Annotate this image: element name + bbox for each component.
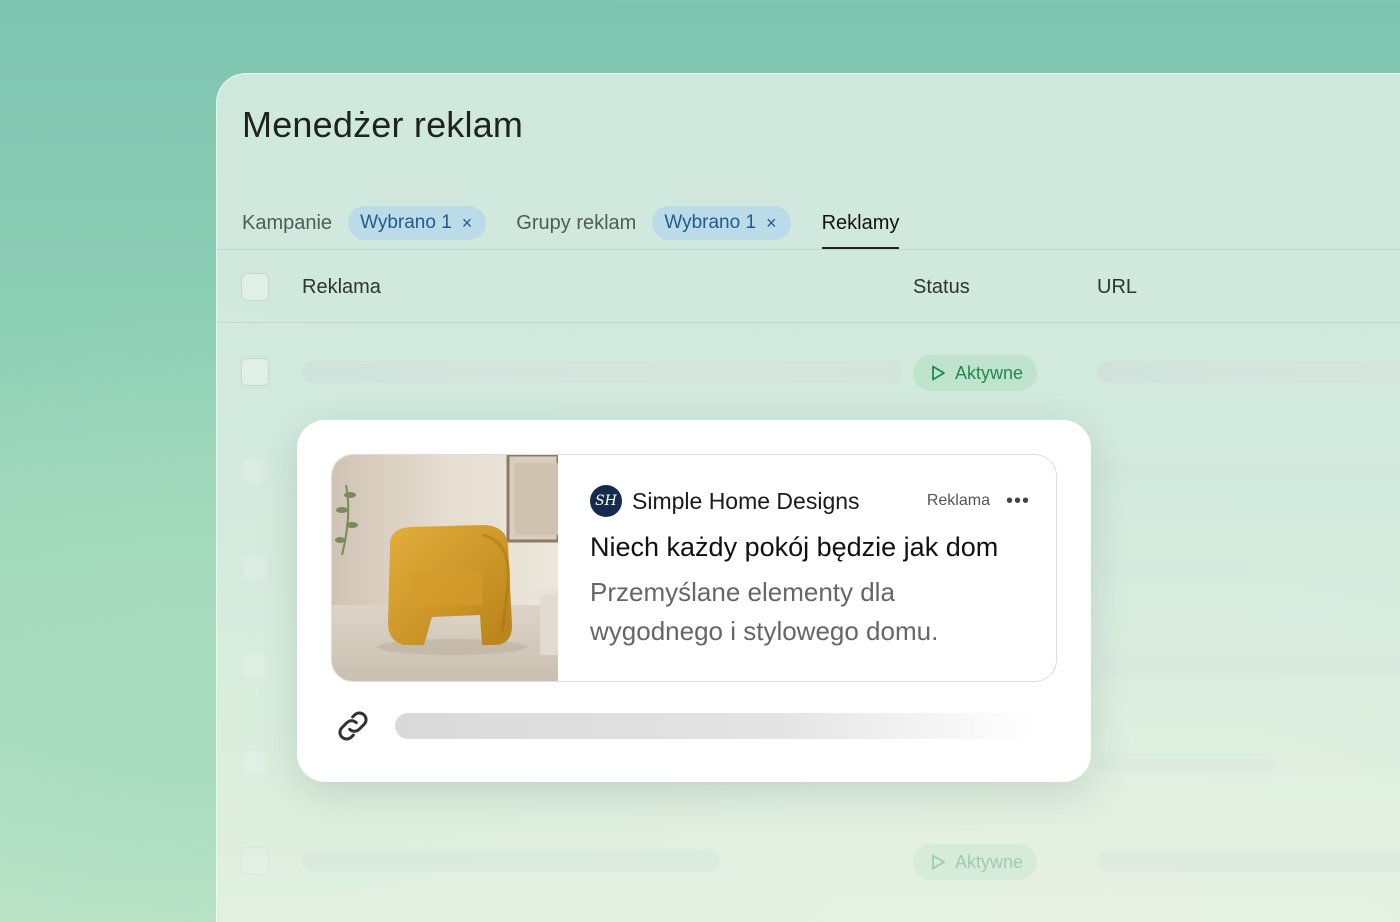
brand-row: SH Simple Home Designs Reklama ••• <box>590 483 1030 519</box>
ad-name-placeholder <box>302 361 902 383</box>
row-checkbox[interactable] <box>241 358 269 386</box>
url-placeholder <box>1097 557 1257 579</box>
breadcrumb-tabs: Kampanie Wybrano 1 × Grupy reklam Wybran… <box>242 198 900 249</box>
url-placeholder <box>1097 654 1400 676</box>
campaigns-chip-label: Wybrano 1 <box>360 212 452 233</box>
ad-name-placeholder <box>302 850 720 872</box>
header-divider <box>217 322 1400 323</box>
ad-groups-selected-chip[interactable]: Wybrano 1 × <box>652 206 791 240</box>
tab-campaigns[interactable]: Kampanie <box>242 212 332 235</box>
brand-name[interactable]: Simple Home Designs <box>632 488 860 515</box>
play-outline-icon <box>932 854 945 870</box>
link-row <box>333 706 1053 746</box>
select-all-checkbox[interactable] <box>241 273 269 301</box>
ad-image-armchair <box>332 455 558 681</box>
page-title: Menedżer reklam <box>242 104 524 145</box>
status-label: Aktywne <box>955 362 1024 383</box>
status-badge[interactable]: Aktywne <box>913 844 1038 880</box>
campaigns-selected-chip[interactable]: Wybrano 1 × <box>348 206 487 240</box>
play-outline-icon <box>932 365 945 381</box>
status-badge[interactable]: Aktywne <box>913 355 1038 391</box>
column-header-status[interactable]: Status <box>913 276 970 299</box>
close-icon[interactable]: × <box>766 214 777 232</box>
url-placeholder <box>1097 752 1277 774</box>
ad-description: Przemyślane elementy dla wygodnego i sty… <box>590 577 939 646</box>
row-checkbox[interactable] <box>241 749 269 777</box>
row-checkbox[interactable] <box>241 652 269 680</box>
row-checkbox[interactable] <box>241 847 269 875</box>
ad-headline: Niech każdy pokój będzie jak dom <box>590 532 999 562</box>
ad-preview[interactable]: SH Simple Home Designs Reklama ••• Niech… <box>331 454 1057 682</box>
tab-ads[interactable]: Reklamy <box>821 198 900 249</box>
url-placeholder <box>395 713 1035 739</box>
column-header-ad[interactable]: Reklama <box>302 276 381 299</box>
row-checkbox[interactable] <box>241 457 269 485</box>
tab-ad-groups[interactable]: Grupy reklam <box>516 212 636 235</box>
link-icon[interactable] <box>333 706 373 746</box>
row-checkbox[interactable] <box>241 554 269 582</box>
sponsored-label: Reklama <box>926 492 990 509</box>
more-options-icon[interactable]: ••• <box>1006 490 1030 513</box>
ad-body: SH Simple Home Designs Reklama ••• Niech… <box>590 483 1030 651</box>
tabs-divider <box>217 249 1400 250</box>
ad-groups-chip-label: Wybrano 1 <box>664 212 757 233</box>
status-label: Aktywne <box>955 851 1024 872</box>
url-placeholder <box>1097 459 1400 481</box>
ad-preview-card[interactable]: SH Simple Home Designs Reklama ••• Niech… <box>297 420 1091 782</box>
brand-logo: SH <box>590 485 622 517</box>
url-placeholder <box>1097 850 1400 872</box>
tab-ads-label: Reklamy <box>821 211 900 234</box>
column-header-url[interactable]: URL <box>1097 276 1137 299</box>
close-icon[interactable]: × <box>462 214 473 232</box>
url-placeholder <box>1097 361 1400 383</box>
